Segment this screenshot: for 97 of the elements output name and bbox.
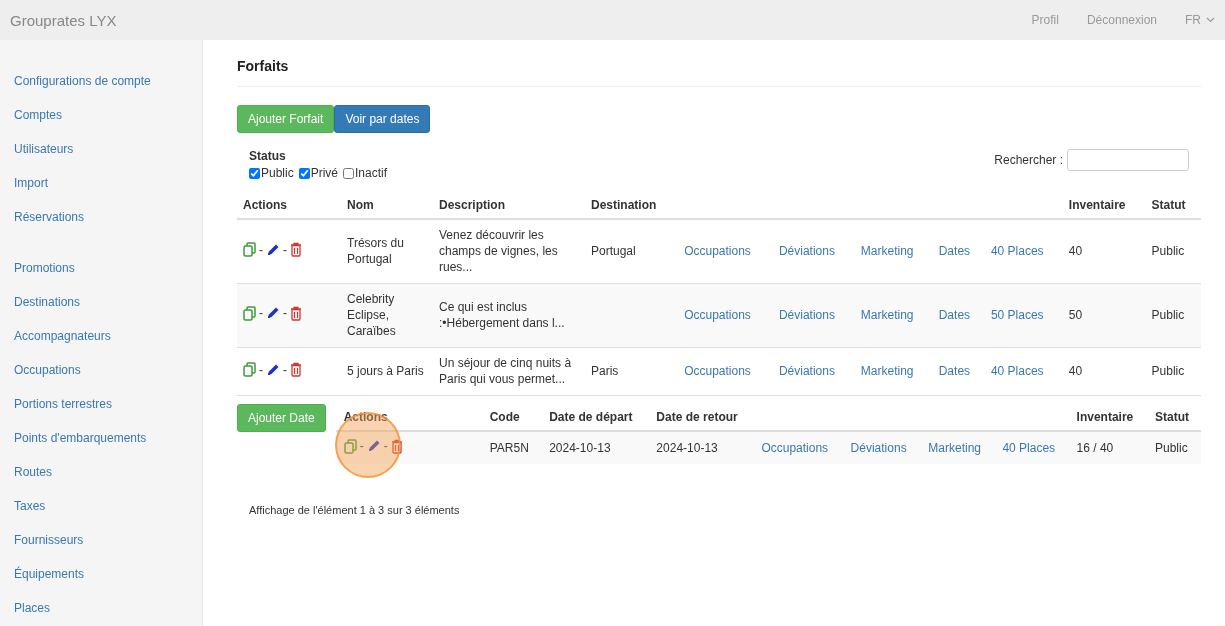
- sidebar-item[interactable]: Destinations: [0, 285, 202, 319]
- chevron-down-icon: [1206, 17, 1215, 23]
- separator: -: [283, 241, 287, 258]
- package-destination: Portugal: [591, 244, 636, 259]
- table-link[interactable]: Déviations: [850, 440, 907, 455]
- checkbox-label: Public: [261, 166, 294, 180]
- table-link[interactable]: Occupations: [761, 440, 829, 455]
- date-code: PAR5N: [489, 440, 529, 455]
- package-description: Venez découvrir les champs de vignes, les rues...: [439, 228, 558, 275]
- trash-icon[interactable]: [290, 242, 302, 257]
- table-link[interactable]: Déviations: [778, 308, 835, 322]
- table-link[interactable]: Occupations: [684, 244, 751, 259]
- return-date: 2024-10-13: [656, 440, 718, 455]
- package-destination: Paris: [591, 364, 619, 379]
- column-header: Destination: [585, 192, 679, 219]
- package-name: 5 jours à Paris: [347, 364, 424, 379]
- action-button[interactable]: Ajouter Forfait: [237, 105, 335, 133]
- action-button[interactable]: Voir par dates: [334, 105, 431, 133]
- status-value: Public: [1151, 244, 1185, 259]
- pencil-icon[interactable]: [266, 362, 280, 377]
- separator: -: [359, 438, 364, 454]
- trash-icon[interactable]: [390, 438, 403, 454]
- checkbox-label: Privé: [310, 166, 339, 180]
- table-link[interactable]: Marketing: [860, 308, 914, 322]
- status-label: Status: [249, 149, 287, 163]
- trash-icon[interactable]: [290, 305, 302, 321]
- search-field[interactable]: [1067, 149, 1189, 171]
- language-dropdown[interactable]: FR: [1185, 13, 1215, 27]
- table-link[interactable]: Dates: [938, 364, 971, 379]
- inventory-value: 50: [1068, 308, 1083, 322]
- table-link[interactable]: Occupations: [684, 308, 751, 322]
- sidebar-item[interactable]: Taxes: [0, 489, 202, 523]
- nav-link[interactable]: Déconnexion: [1086, 13, 1157, 27]
- status-value: Public: [1155, 440, 1188, 455]
- page-title: Forfaits: [237, 58, 1201, 87]
- column-header: Actions: [237, 192, 341, 219]
- column-header: Statut: [1145, 192, 1201, 219]
- table-link[interactable]: 50 Places: [990, 308, 1044, 322]
- table-link[interactable]: 40 Places: [990, 364, 1044, 379]
- inventory-value: 40: [1068, 364, 1083, 379]
- table-link[interactable]: Dates: [938, 308, 971, 322]
- table-link[interactable]: Déviations: [778, 244, 835, 259]
- sidebar-item[interactable]: Configurations de compte: [0, 64, 202, 98]
- column-header: Inventaire: [1062, 192, 1146, 219]
- package-name: Celebrity Eclipse, Caraïbes: [347, 292, 396, 338]
- sidebar-item[interactable]: Occupations: [0, 353, 202, 387]
- table-link[interactable]: 40 Places: [990, 244, 1044, 259]
- add-date-button[interactable]: Ajouter Date: [237, 404, 326, 432]
- sidebar-item[interactable]: Accompagnateurs: [0, 319, 202, 353]
- sidebar-item[interactable]: Portions terrestres: [0, 387, 202, 421]
- sidebar-item[interactable]: Import: [0, 166, 202, 200]
- inventory-value: 16 / 40: [1076, 440, 1114, 455]
- search-label: Rechercher :: [994, 153, 1063, 167]
- column-header: Description: [433, 192, 585, 219]
- sidebar-item[interactable]: Routes: [0, 455, 202, 489]
- separator: -: [259, 241, 263, 258]
- table-link[interactable]: 40 Places: [1002, 440, 1056, 455]
- nav-link[interactable]: Profil: [1031, 13, 1059, 27]
- pencil-icon[interactable]: [266, 242, 280, 257]
- separator: -: [283, 361, 287, 378]
- sidebar-item[interactable]: Points d'embarquements: [0, 421, 202, 455]
- separator: -: [259, 361, 263, 378]
- copy-icon[interactable]: [243, 242, 256, 257]
- table-link[interactable]: Marketing: [860, 364, 914, 379]
- package-description: Ce qui est inclus :•Hébergement dans l...: [439, 300, 565, 330]
- pencil-icon[interactable]: [266, 306, 280, 321]
- sidebar-item[interactable]: Utilisateurs: [0, 132, 202, 166]
- table-link[interactable]: Occupations: [684, 364, 751, 379]
- sidebar-item[interactable]: Équipements: [0, 557, 202, 591]
- status-checkbox[interactable]: [249, 167, 260, 179]
- status-value: Public: [1151, 308, 1185, 322]
- table-link[interactable]: Déviations: [778, 364, 835, 379]
- table-link[interactable]: Marketing: [860, 244, 914, 259]
- checkbox-label: Inactif: [355, 166, 388, 180]
- separator: -: [383, 438, 388, 454]
- package-description: Un séjour de cinq nuits à Paris qui vous permet...: [439, 356, 572, 387]
- separator: -: [259, 305, 263, 322]
- sidebar-item[interactable]: Réservations: [0, 200, 202, 234]
- table-link[interactable]: Dates: [938, 244, 971, 259]
- trash-icon[interactable]: [290, 362, 302, 377]
- separator: -: [283, 305, 287, 322]
- sidebar-item[interactable]: Places: [0, 591, 202, 625]
- table-link[interactable]: Marketing: [928, 440, 981, 455]
- status-checkbox[interactable]: [343, 167, 355, 179]
- inventory-value: 40: [1068, 244, 1083, 259]
- departure-date: 2024-10-13: [549, 440, 611, 455]
- copy-icon[interactable]: [243, 305, 256, 321]
- package-name: Trésors du Portugal: [347, 236, 404, 267]
- sidebar-item[interactable]: Fournisseurs: [0, 523, 202, 557]
- pagination-info: Affichage de l'élément 1 à 3 sur 3 éléments: [249, 503, 461, 516]
- brand-title[interactable]: Grouprates LYX: [10, 11, 117, 29]
- status-checkbox[interactable]: [298, 167, 310, 179]
- sidebar-item[interactable]: Promotions: [0, 251, 202, 285]
- status-value: Public: [1151, 364, 1185, 379]
- copy-icon[interactable]: [243, 362, 256, 377]
- column-header: Nom: [341, 192, 433, 219]
- sidebar-item[interactable]: Comptes: [0, 98, 202, 132]
